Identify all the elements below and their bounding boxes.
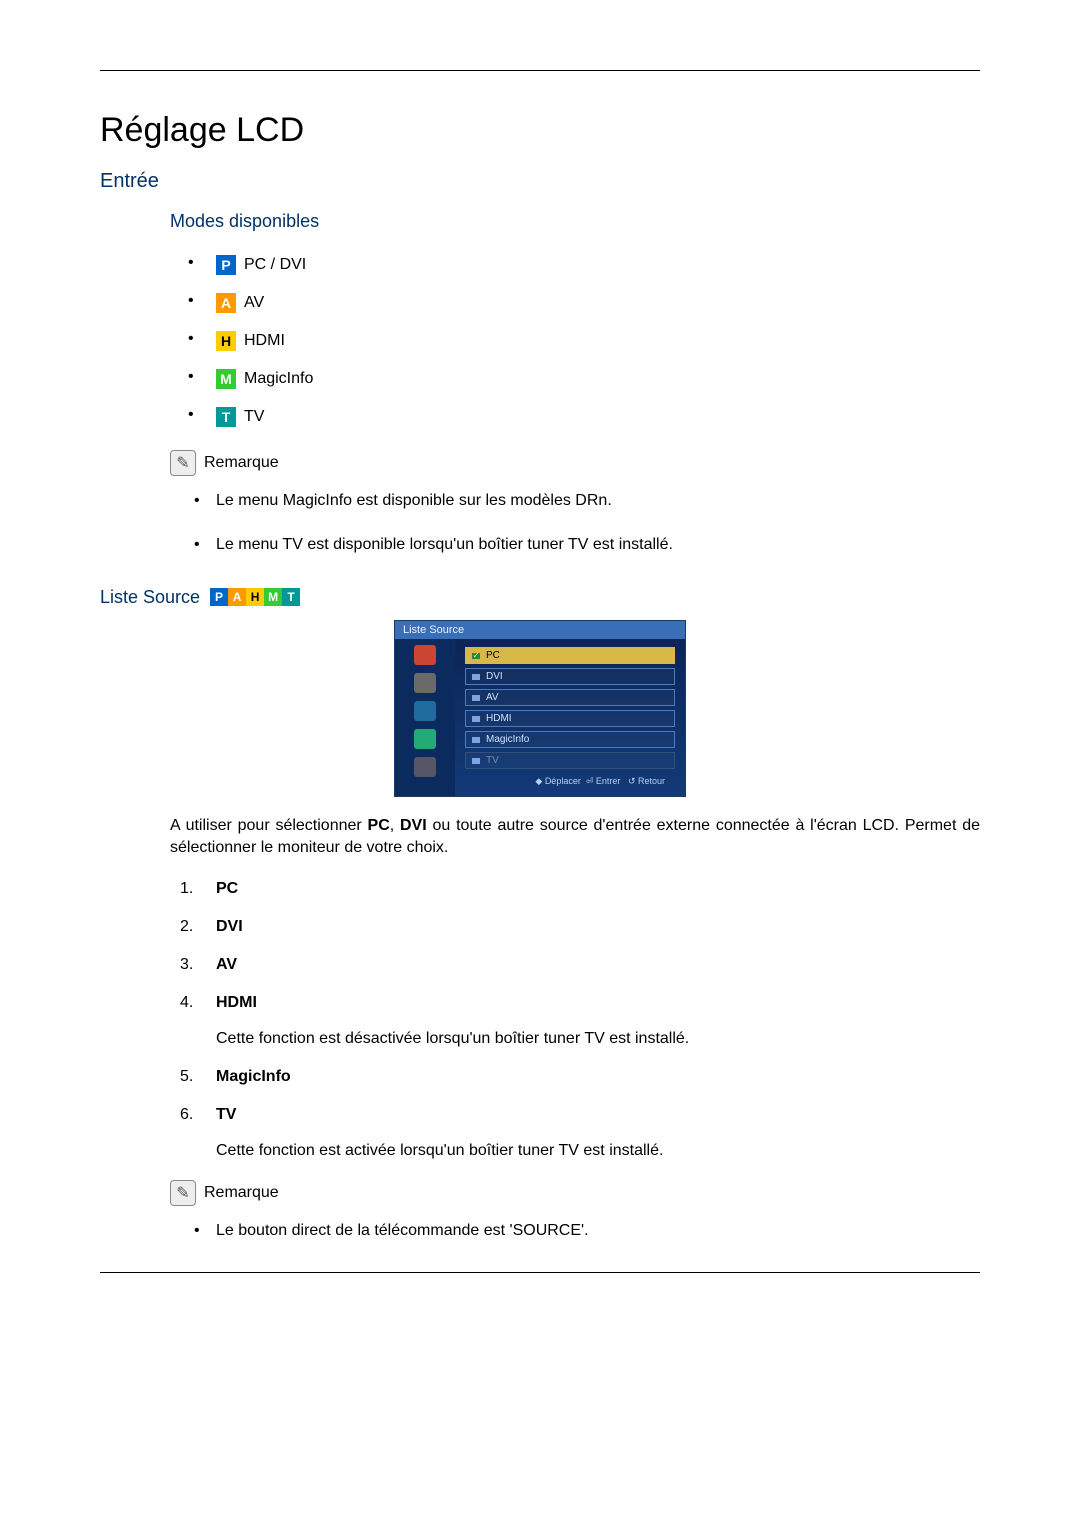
- badge-strip: P A H M T: [210, 588, 300, 606]
- bottom-rule: [100, 1272, 980, 1273]
- p-icon: P: [216, 255, 236, 275]
- page-title: Réglage LCD: [100, 111, 980, 150]
- mode-label: TV: [244, 408, 264, 426]
- m-icon: M: [264, 588, 282, 606]
- t-icon: T: [216, 407, 236, 427]
- remarque-header-2: ✎ Remarque: [170, 1180, 980, 1206]
- a-icon: A: [228, 588, 246, 606]
- mode-item-magicinfo: M MagicInfo: [170, 368, 980, 390]
- list-item-magicinfo: MagicInfo: [170, 1068, 980, 1086]
- modes-list: P PC / DVI A AV H HDMI M MagicInfo T TV: [170, 254, 980, 428]
- note-icon: ✎: [170, 450, 196, 476]
- mode-label: MagicInfo: [244, 370, 313, 388]
- osd-title: Liste Source: [395, 621, 685, 639]
- remarque-1-list: Le menu MagicInfo est disponible sur les…: [170, 490, 980, 557]
- liste-source-description: A utiliser pour sélectionner PC, DVI ou …: [170, 815, 980, 860]
- p-icon: P: [210, 588, 228, 606]
- osd-item-tv: TV: [465, 752, 675, 769]
- mode-label: HDMI: [244, 332, 285, 350]
- osd-footer-move: ◆ Déplacer: [535, 776, 580, 786]
- hdmi-note: Cette fonction est désactivée lorsqu'un …: [216, 1030, 980, 1048]
- top-rule: [100, 70, 980, 71]
- osd-footer-return: ↺ Retour: [628, 776, 665, 786]
- osd-item-column: PC DVI AV HDMI MagicInfo TV ◆ Déplacer ⏎…: [455, 639, 685, 796]
- page-container: Réglage LCD Entrée Modes disponibles P P…: [0, 0, 1080, 1323]
- section-entree: Entrée: [100, 170, 980, 193]
- h-icon: H: [216, 331, 236, 351]
- remarque-1-item: Le menu MagicInfo est disponible sur les…: [170, 490, 980, 512]
- osd-side-icon: [414, 757, 436, 777]
- list-item-av: AV: [170, 956, 980, 974]
- mode-item-av: A AV: [170, 292, 980, 314]
- osd-side-icon: [414, 729, 436, 749]
- list-item-pc: PC: [170, 880, 980, 898]
- osd-item-magicinfo: MagicInfo: [465, 731, 675, 748]
- list-item-dvi: DVI: [170, 918, 980, 936]
- t-icon: T: [282, 588, 300, 606]
- section-modes: Modes disponibles: [170, 211, 980, 232]
- list-item-hdmi: HDMI Cette fonction est désactivée lorsq…: [170, 994, 980, 1048]
- osd-item-hdmi: HDMI: [465, 710, 675, 727]
- remarque-label: Remarque: [204, 1184, 279, 1202]
- mode-item-hdmi: H HDMI: [170, 330, 980, 352]
- osd-footer: ◆ Déplacer ⏎ Entrer ↺ Retour: [465, 773, 675, 792]
- mode-label: AV: [244, 294, 264, 312]
- osd-side-icon: [414, 673, 436, 693]
- liste-source-title: Liste Source: [100, 587, 200, 608]
- a-icon: A: [216, 293, 236, 313]
- source-numbered-list: PC DVI AV HDMI Cette fonction est désact…: [170, 880, 980, 1160]
- osd-icon-column: [395, 639, 455, 796]
- osd-side-icon: [414, 645, 436, 665]
- mode-label: PC / DVI: [244, 256, 306, 274]
- tv-note: Cette fonction est activée lorsqu'un boî…: [216, 1142, 980, 1160]
- osd-footer-enter: ⏎ Entrer: [586, 776, 621, 786]
- mode-item-tv: T TV: [170, 406, 980, 428]
- osd-screenshot: Liste Source PC DVI AV HDMI MagicInfo TV: [100, 620, 980, 797]
- mode-item-pc-dvi: P PC / DVI: [170, 254, 980, 276]
- h-icon: H: [246, 588, 264, 606]
- remarque-header-1: ✎ Remarque: [170, 450, 980, 476]
- remarque-2-item: Le bouton direct de la télécommande est …: [170, 1220, 980, 1242]
- osd-side-icon: [414, 701, 436, 721]
- osd-panel: Liste Source PC DVI AV HDMI MagicInfo TV: [394, 620, 686, 797]
- osd-item-pc: PC: [465, 647, 675, 664]
- m-icon: M: [216, 369, 236, 389]
- list-item-tv: TV Cette fonction est activée lorsqu'un …: [170, 1106, 980, 1160]
- remarque-label: Remarque: [204, 454, 279, 472]
- remarque-1-item: Le menu TV est disponible lorsqu'un boît…: [170, 534, 980, 556]
- remarque-2-list: Le bouton direct de la télécommande est …: [170, 1220, 980, 1242]
- osd-item-dvi: DVI: [465, 668, 675, 685]
- osd-item-av: AV: [465, 689, 675, 706]
- liste-source-header: Liste Source P A H M T: [100, 587, 980, 608]
- note-icon: ✎: [170, 1180, 196, 1206]
